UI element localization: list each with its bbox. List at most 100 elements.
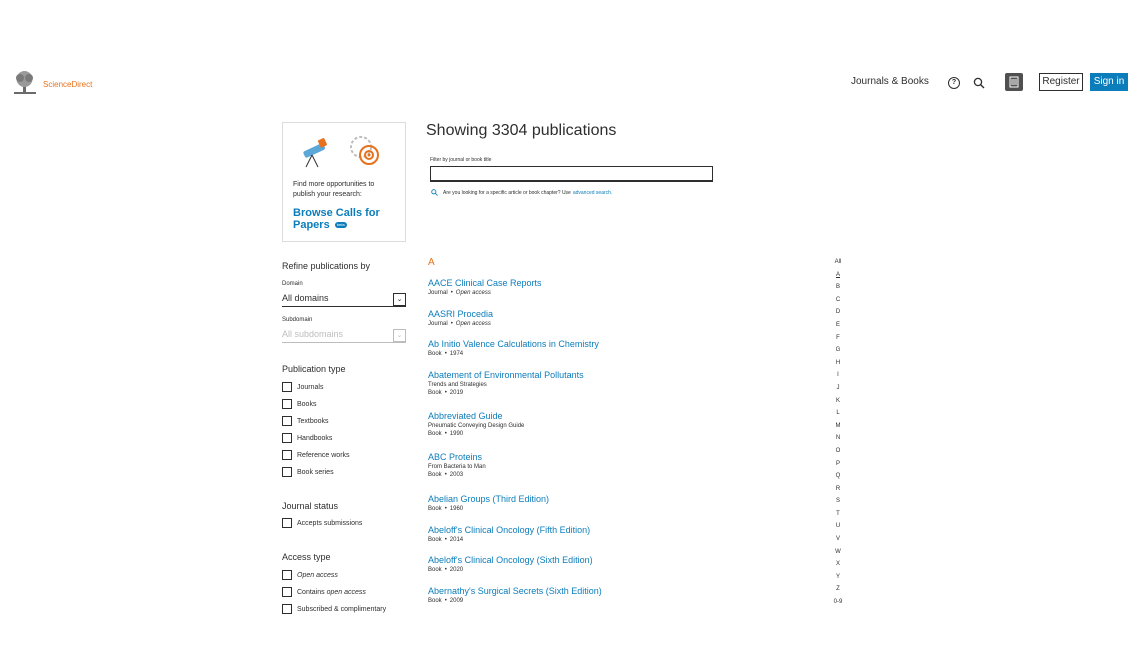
- separator-dot: •: [444, 537, 447, 543]
- publication-subtitle: From Bacteria to Man: [428, 464, 486, 470]
- elsevier-tree-icon: [14, 71, 36, 94]
- separator-dot: •: [444, 431, 447, 437]
- alphabet-link[interactable]: Y: [832, 571, 844, 584]
- alphabet-link[interactable]: P: [832, 458, 844, 471]
- publication-title-link[interactable]: ABC Proteins: [428, 452, 486, 462]
- publication-type: Book: [428, 537, 442, 543]
- subdomain-label: Subdomain: [282, 317, 313, 323]
- alphabet-link[interactable]: S: [832, 495, 844, 508]
- brand-name: ScienceDirect: [43, 79, 93, 89]
- publication-title-link[interactable]: Abernathy's Surgical Secrets (Sixth Edit…: [428, 586, 602, 596]
- alphabet-link[interactable]: B: [832, 281, 844, 294]
- beta-badge: beta: [334, 222, 347, 229]
- publication-title-link[interactable]: Abelian Groups (Third Edition): [428, 494, 549, 504]
- alphabet-link[interactable]: X: [832, 558, 844, 571]
- alphabet-link[interactable]: G: [832, 344, 844, 357]
- publication-title-link[interactable]: AACE Clinical Case Reports: [428, 278, 542, 288]
- filter-books[interactable]: Books: [282, 398, 350, 410]
- publication-title-link[interactable]: AASRI Procedia: [428, 309, 493, 319]
- domain-label: Domain: [282, 281, 303, 287]
- sign-in-button[interactable]: Sign in: [1090, 73, 1128, 91]
- publication-detail: Open access: [455, 321, 491, 327]
- checkbox[interactable]: [282, 450, 292, 460]
- checkbox[interactable]: [282, 604, 292, 614]
- checkbox[interactable]: [282, 433, 292, 443]
- subdomain-select[interactable]: All subdomains ⌄: [282, 328, 406, 343]
- publication-title-link[interactable]: Ab Initio Valence Calculations in Chemis…: [428, 339, 599, 349]
- filter-reference-works[interactable]: Reference works: [282, 449, 350, 461]
- publication-type-list: Journals Books Textbooks Handbooks Refer…: [282, 381, 350, 478]
- publication-item: Abatement of Environmental Pollutants Tre…: [428, 370, 584, 396]
- filter-contains-open-access[interactable]: Contains open access: [282, 586, 386, 598]
- filter-input[interactable]: [430, 166, 713, 182]
- filter-subscribed[interactable]: Subscribed & complimentary: [282, 603, 386, 615]
- publication-detail: 1960: [449, 506, 464, 512]
- checkbox[interactable]: [282, 570, 292, 580]
- alphabet-link[interactable]: Z: [832, 583, 844, 596]
- publication-detail: 2019: [449, 390, 464, 396]
- publication-meta: Book • 1974: [428, 351, 599, 357]
- publication-title-link[interactable]: Abatement of Environmental Pollutants: [428, 370, 584, 380]
- alphabet-link[interactable]: I: [832, 369, 844, 382]
- advanced-search-link[interactable]: advanced search.: [573, 190, 612, 196]
- checkbox[interactable]: [282, 467, 292, 477]
- alphabet-link[interactable]: F: [832, 332, 844, 345]
- filter-textbooks[interactable]: Textbooks: [282, 415, 350, 427]
- alphabet-link[interactable]: T: [832, 508, 844, 521]
- alphabet-link[interactable]: D: [832, 306, 844, 319]
- publication-type: Book: [428, 506, 442, 512]
- register-button[interactable]: Register: [1039, 73, 1083, 91]
- filter-accepts-submissions[interactable]: Accepts submissions: [282, 517, 362, 529]
- browse-calls-link[interactable]: Browse Calls for Papers beta: [293, 207, 393, 231]
- help-icon[interactable]: ?: [948, 77, 960, 89]
- filter-book-series[interactable]: Book series: [282, 466, 350, 478]
- filter-journals[interactable]: Journals: [282, 381, 350, 393]
- publication-title-link[interactable]: Abeloff's Clinical Oncology (Sixth Editi…: [428, 555, 593, 565]
- alphabet-link[interactable]: E: [832, 319, 844, 332]
- hint-text: Are you looking for a specific article o…: [443, 189, 571, 196]
- journal-status-heading: Journal status: [282, 501, 339, 511]
- publication-item: Abelian Groups (Third Edition) Book • 1960: [428, 494, 549, 512]
- publication-type: Book: [428, 472, 442, 478]
- publication-title-link[interactable]: Abbreviated Guide: [428, 411, 524, 421]
- sciencedirect-logo[interactable]: ScienceDirect: [12, 70, 102, 96]
- domain-select[interactable]: All domains ⌄: [282, 292, 406, 307]
- publication-title-link[interactable]: Abeloff's Clinical Oncology (Fifth Editi…: [428, 525, 590, 535]
- letter-heading: A: [428, 257, 435, 268]
- publication-type: Book: [428, 567, 442, 573]
- chevron-down-icon: ⌄: [393, 293, 406, 306]
- alphabet-link[interactable]: V: [832, 533, 844, 546]
- checkbox[interactable]: [282, 382, 292, 392]
- alphabet-link[interactable]: M: [832, 420, 844, 433]
- alphabet-link[interactable]: W: [832, 546, 844, 559]
- access-type-heading: Access type: [282, 552, 331, 562]
- alphabet-link[interactable]: All: [832, 256, 844, 269]
- alphabet-link[interactable]: 0-9: [832, 596, 844, 609]
- alphabet-link[interactable]: N: [832, 432, 844, 445]
- alphabet-link[interactable]: L: [832, 407, 844, 420]
- journals-books-link[interactable]: Journals & Books: [851, 76, 929, 87]
- checkbox[interactable]: [282, 416, 292, 426]
- alphabet-link[interactable]: H: [832, 357, 844, 370]
- alphabet-link[interactable]: K: [832, 395, 844, 408]
- alphabet-link[interactable]: A: [832, 269, 844, 282]
- filter-handbooks[interactable]: Handbooks: [282, 432, 350, 444]
- filter-label: Filter by journal or book title: [430, 157, 492, 163]
- filter-open-access[interactable]: Open access: [282, 569, 386, 581]
- institution-icon[interactable]: [1005, 73, 1023, 91]
- alphabet-link[interactable]: Q: [832, 470, 844, 483]
- alphabet-link[interactable]: U: [832, 520, 844, 533]
- alphabet-link[interactable]: J: [832, 382, 844, 395]
- alphabet-link[interactable]: O: [832, 445, 844, 458]
- research-target-icon: [350, 136, 379, 165]
- search-icon: [431, 189, 438, 196]
- checkbox[interactable]: [282, 587, 292, 597]
- checkbox[interactable]: [282, 518, 292, 528]
- publication-detail: 2003: [449, 472, 464, 478]
- separator-dot: •: [444, 472, 447, 478]
- search-icon[interactable]: [973, 77, 985, 89]
- checkbox[interactable]: [282, 399, 292, 409]
- alphabet-link[interactable]: C: [832, 294, 844, 307]
- publication-item: Abernathy's Surgical Secrets (Sixth Edit…: [428, 586, 602, 604]
- alphabet-link[interactable]: R: [832, 483, 844, 496]
